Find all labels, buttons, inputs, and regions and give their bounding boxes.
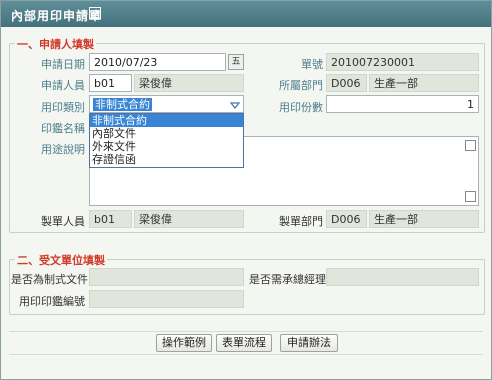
applicant-section-legend: 一、申請人填製 xyxy=(15,36,96,52)
department-id-field: D006 xyxy=(326,74,367,92)
form-window: 內部用印申請單 一、申請人填製 申請日期 2010/07/23 五 單號 201… xyxy=(0,0,492,380)
maker-name-field: 梁俊偉 xyxy=(134,210,244,228)
chevron-down-icon[interactable] xyxy=(229,100,241,113)
maker-dept-name-field: 生產一部 xyxy=(369,210,479,228)
applicant-name-field: 梁俊偉 xyxy=(134,74,244,92)
edit-icon[interactable] xyxy=(89,7,101,19)
doc-no-label: 單號 xyxy=(301,58,323,71)
apply-date-field[interactable]: 2010/07/23 xyxy=(89,53,226,71)
seal-type-selected: 非制式合約 xyxy=(93,98,152,111)
department-label: 所屬部門 xyxy=(279,79,323,92)
receiver-section-legend: 二、受文單位填製 xyxy=(15,252,107,268)
scroll-up-box[interactable] xyxy=(465,140,476,151)
doc-no-field: 201007230001 xyxy=(326,53,479,71)
seal-type-option[interactable]: 外來文件 xyxy=(90,140,243,153)
maker-dept-label: 製單部門 xyxy=(279,215,323,228)
maker-dept-id-field: D006 xyxy=(326,210,367,228)
need-gm-field[interactable] xyxy=(326,268,479,286)
seal-type-option[interactable]: 存證信函 xyxy=(90,153,243,166)
department-name-field: 生產一部 xyxy=(369,74,479,92)
example-button[interactable]: 操作範例 xyxy=(156,334,212,352)
seal-name-label: 印鑑名稱 xyxy=(41,122,85,135)
apply-date-label: 申請日期 xyxy=(41,58,85,71)
applicant-id-field[interactable]: b01 xyxy=(89,74,132,92)
copies-field[interactable]: 1 xyxy=(326,95,479,113)
seal-no-label: 用印印鑑編號 xyxy=(19,295,85,308)
purpose-label: 用途說明 xyxy=(41,143,85,156)
applicant-label: 申請人員 xyxy=(41,79,85,92)
calendar-button[interactable]: 五 xyxy=(228,54,244,70)
maker-id-field: b01 xyxy=(89,210,132,228)
maker-label: 製單人員 xyxy=(41,215,85,228)
seal-type-select[interactable]: 非制式合約 xyxy=(89,95,244,113)
copies-label: 用印份數 xyxy=(279,101,323,114)
flow-button[interactable]: 表單流程 xyxy=(216,334,272,352)
seal-type-label: 用印類別 xyxy=(41,101,85,114)
need-gm-label: 是否需承總經理 xyxy=(249,273,326,286)
seal-type-dropdown[interactable]: 非制式合約 內部文件 外來文件 存證信函 xyxy=(89,113,244,168)
seal-type-option[interactable]: 內部文件 xyxy=(90,127,243,140)
apply-method-button[interactable]: 申請辦法 xyxy=(280,334,338,352)
seal-type-option[interactable]: 非制式合約 xyxy=(90,114,243,127)
title-bar: 內部用印申請單 xyxy=(1,1,491,27)
seal-no-field[interactable] xyxy=(89,290,244,308)
scroll-down-box[interactable] xyxy=(465,191,476,202)
standard-doc-label: 是否為制式文件 xyxy=(11,273,88,286)
standard-doc-field[interactable] xyxy=(89,268,244,286)
